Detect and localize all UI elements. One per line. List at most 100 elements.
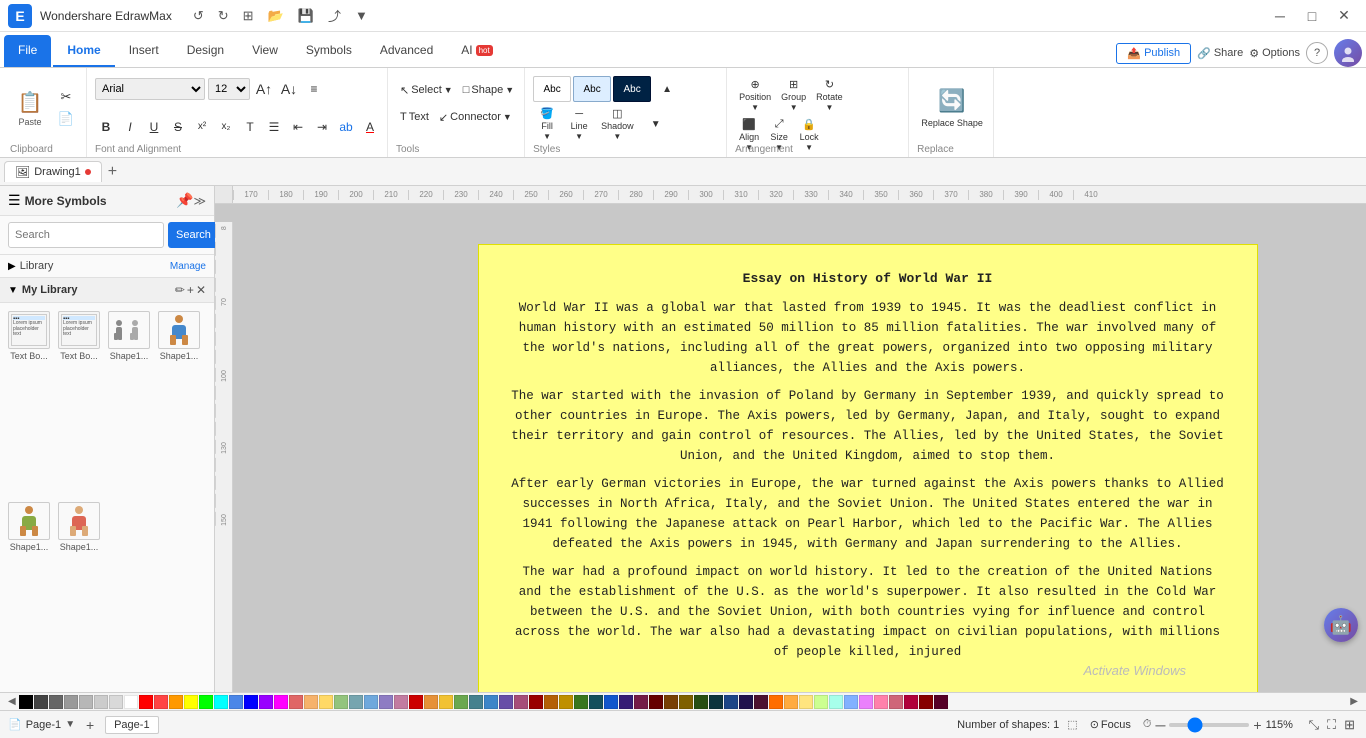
color-swatch[interactable] [424,695,438,709]
color-swatch[interactable] [754,695,768,709]
color-swatch[interactable] [574,695,588,709]
my-library-edit-btn[interactable]: ✏ [175,283,185,297]
replace-shape-btn[interactable]: 🔄 Replace Shape [917,72,987,144]
color-swatch[interactable] [124,695,138,709]
color-swatch[interactable] [169,695,183,709]
italic-btn[interactable]: I [119,116,141,138]
presentation-btn[interactable]: ⊞ [1341,716,1358,734]
tab-view[interactable]: View [238,35,292,67]
color-swatch[interactable] [364,695,378,709]
style-swatch-2[interactable]: Abc [573,76,611,102]
color-swatch[interactable] [394,695,408,709]
list-item[interactable]: Shape1... [56,500,102,687]
font-color-btn[interactable]: A [359,116,381,138]
list-item[interactable]: ▪▪▪ Lorem ipsum placeholder text Text Bo… [56,309,102,496]
fill-btn[interactable]: 🪣 Fill ▼ [533,105,561,143]
color-swatch[interactable] [214,695,228,709]
copy-btn[interactable]: 📄 [52,109,80,129]
color-swatch[interactable] [544,695,558,709]
indent-dec-btn[interactable]: ⇤ [287,116,309,138]
color-swatch[interactable] [934,695,948,709]
indent-inc-btn[interactable]: ⇥ [311,116,333,138]
color-swatch[interactable] [904,695,918,709]
options-btn[interactable]: ⚙ Options [1249,47,1300,60]
color-swatch[interactable] [19,695,33,709]
font-size-select[interactable]: 8101214161824 [208,78,250,100]
color-swatch[interactable] [49,695,63,709]
color-swatch[interactable] [499,695,513,709]
color-swatch[interactable] [439,695,453,709]
color-swatch[interactable] [619,695,633,709]
color-swatch[interactable] [589,695,603,709]
underline-btn[interactable]: U [143,116,165,138]
close-btn[interactable]: ✕ [1330,5,1358,27]
color-swatch[interactable] [709,695,723,709]
color-swatch[interactable] [529,695,543,709]
color-swatch[interactable] [379,695,393,709]
text-btn[interactable]: T Text [396,105,433,129]
color-swatch[interactable] [604,695,618,709]
list-item[interactable]: Shape1... [156,309,202,496]
search-input[interactable] [8,222,164,248]
add-page-btn[interactable]: + [79,714,101,736]
list-item[interactable]: ▪▪▪ Lorem ipsum placeholder text Text Bo… [6,309,52,496]
shadow-btn[interactable]: ◫ Shadow ▼ [597,105,638,143]
help-btn[interactable]: ? [1306,42,1328,64]
color-swatch[interactable] [154,695,168,709]
tab-symbols[interactable]: Symbols [292,35,366,67]
superscript-btn[interactable]: x² [191,116,213,138]
export-btn[interactable]: ⤴ [323,4,346,27]
save-btn[interactable]: 💾 [293,4,319,27]
color-swatch[interactable] [64,695,78,709]
styles-scroll-down-btn[interactable]: ▼ [642,117,670,132]
color-swatch[interactable] [919,695,933,709]
list-item[interactable]: Shape1... [106,309,152,496]
zoom-out-btn[interactable]: ─ [1155,717,1165,733]
shape-btn[interactable]: □ Shape ▼ [459,78,518,102]
strikethrough-btn[interactable]: S [167,116,189,138]
style-swatch-3[interactable]: Abc [613,76,651,102]
current-page-tab[interactable]: Page-1 [105,716,158,734]
tab-file[interactable]: File [4,35,51,67]
color-swatch[interactable] [679,695,693,709]
style-swatch-1[interactable]: Abc [533,76,571,102]
color-swatch[interactable] [259,695,273,709]
open-btn[interactable]: 📂 [263,4,289,27]
search-btn[interactable]: Search [168,222,219,248]
color-swatch[interactable] [274,695,288,709]
color-swatch[interactable] [469,695,483,709]
publish-btn[interactable]: 📤 Publish [1116,43,1191,64]
color-swatch[interactable] [634,695,648,709]
color-swatch[interactable] [664,695,678,709]
my-library-add-btn[interactable]: + [187,283,194,297]
font-size-decrease-btn[interactable]: A↓ [278,78,300,100]
color-swatch[interactable] [844,695,858,709]
tab-insert[interactable]: Insert [115,35,173,67]
color-swatch[interactable] [199,695,213,709]
add-doc-tab-btn[interactable]: + [104,163,121,181]
subscript-btn[interactable]: x₂ [215,116,237,138]
color-swatch[interactable] [874,695,888,709]
rotate-btn[interactable]: ↻ Rotate ▼ [812,76,847,114]
fit-page-btn[interactable]: ⤡ [1306,716,1322,734]
palette-left-btn[interactable]: ◀ [6,696,18,707]
bullet-btn[interactable]: ☰ [263,116,285,138]
tab-advanced[interactable]: Advanced [366,35,447,67]
font-family-select[interactable]: Arial Times New Roman Calibri [95,78,205,100]
tab-home[interactable]: Home [53,35,114,67]
text-format-btn[interactable]: T [239,116,261,138]
line-btn[interactable]: ─ Line ▼ [565,106,593,143]
undo-btn[interactable]: ↺ [188,4,209,27]
canvas-scroll-area[interactable]: Essay on History of World War II World W… [251,204,1366,692]
font-size-increase-btn[interactable]: A↑ [253,78,275,100]
connector-btn[interactable]: ↙ Connector ▼ [435,105,516,129]
color-swatch[interactable] [244,695,258,709]
lock-btn[interactable]: 🔒 Lock ▼ [795,116,823,154]
color-swatch[interactable] [724,695,738,709]
color-swatch[interactable] [334,695,348,709]
page-dropdown-btn[interactable]: ▼ [65,719,75,730]
color-swatch[interactable] [649,695,663,709]
color-swatch[interactable] [409,695,423,709]
library-row[interactable]: ▶ Library Manage [0,255,214,278]
manage-btn[interactable]: Manage [170,261,206,272]
